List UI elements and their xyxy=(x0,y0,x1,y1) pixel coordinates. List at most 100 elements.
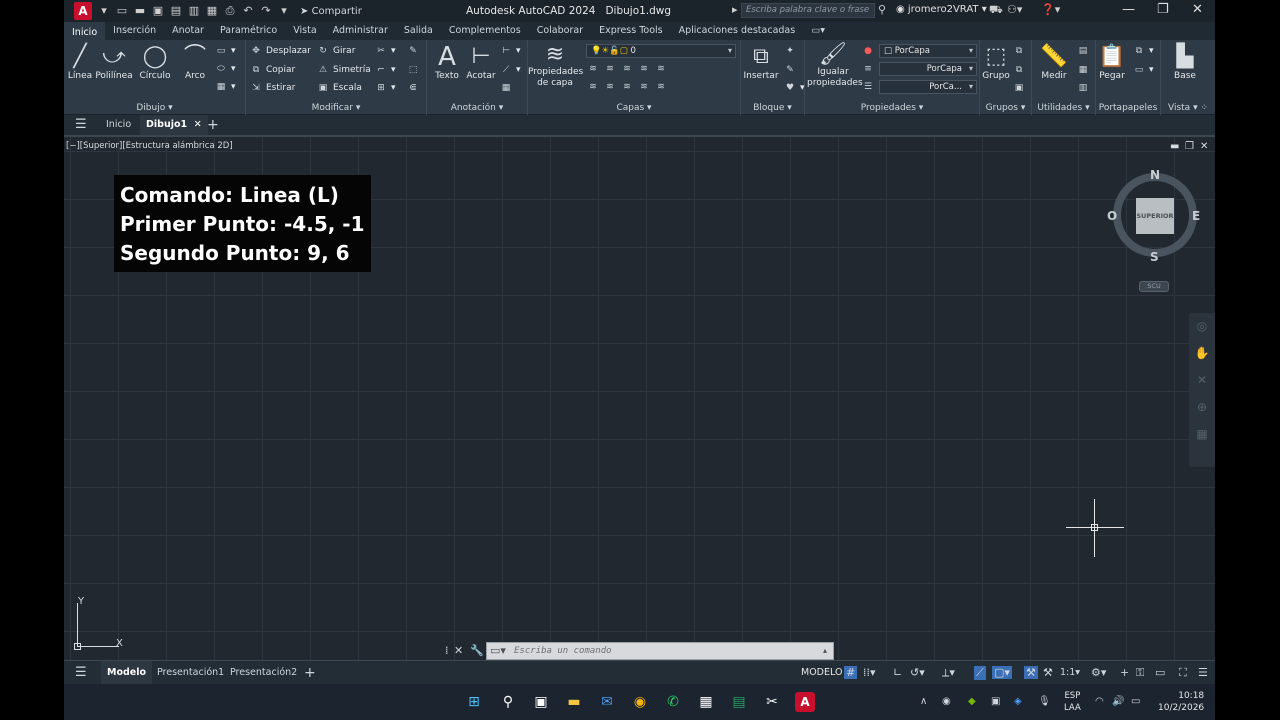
showmotion-icon[interactable]: ▦ xyxy=(1189,421,1215,448)
tab-anotar[interactable]: Anotar xyxy=(164,22,212,40)
tab-dibujo1[interactable]: Dibujo1 ✕ xyxy=(140,115,208,135)
group-label-bloque[interactable]: Bloque ▾ xyxy=(741,103,804,113)
publish-icon[interactable]: ▦ xyxy=(206,5,218,17)
search-taskbar-icon[interactable]: ⚲ xyxy=(498,692,518,712)
model-space-button[interactable]: MODELO xyxy=(801,667,842,678)
annotation-scale-select[interactable]: 1:1▾ xyxy=(1060,667,1080,678)
tab-colaborar[interactable]: Colaborar xyxy=(529,22,591,40)
cut-icon[interactable]: ⧉ ▾ xyxy=(1132,44,1154,58)
orbit-icon[interactable]: ⊕ xyxy=(1189,394,1215,421)
viewcube-east[interactable]: E xyxy=(1192,209,1200,223)
color-wheel-icon[interactable]: ● xyxy=(861,44,878,58)
redo-icon[interactable]: ↷ xyxy=(260,5,272,17)
tray-overflow-icon[interactable]: ∧ xyxy=(920,696,927,707)
linetype-select[interactable]: PorCapa xyxy=(879,62,977,76)
leader-icon[interactable]: ⟋ ▾ xyxy=(499,63,521,77)
volume-icon[interactable]: 🔊 xyxy=(1112,696,1124,707)
insert-button[interactable]: ⧉ Insertar xyxy=(739,43,783,82)
command-expand-icon[interactable]: ▴ xyxy=(823,646,827,655)
save-icon[interactable]: ▣ xyxy=(152,5,164,17)
group-label-utilidades[interactable]: Utilidades ▾ xyxy=(1032,103,1095,113)
steering-wheel-icon[interactable]: ◎ xyxy=(1189,313,1215,340)
arc-tool-button[interactable]: ⌒ Arco xyxy=(173,43,217,82)
layer-properties-button[interactable]: ≋ Propiedades de capa xyxy=(528,43,583,89)
layout-menu-icon[interactable]: ☰ xyxy=(75,661,87,685)
command-customize-icon[interactable]: 🔧 xyxy=(470,644,484,657)
search-icon[interactable]: ⚲ xyxy=(878,3,886,16)
color-select[interactable]: □ PorCapa xyxy=(879,44,977,58)
object-snap-tracking-icon[interactable]: ⟋ xyxy=(974,666,986,680)
polyline-tool-button[interactable]: ⤻ Polilínea xyxy=(92,43,136,82)
viewport-controls-label[interactable]: [−][Superior][Estructura alámbrica 2D] xyxy=(66,141,233,151)
rectangle-icon[interactable]: ▭ ▾ xyxy=(214,44,236,58)
tab-aplicaciones-destacadas[interactable]: Aplicaciones destacadas xyxy=(671,22,804,40)
group-label-grupos[interactable]: Grupos ▾ xyxy=(980,103,1031,113)
edit-block-icon[interactable]: ✎ xyxy=(783,63,800,77)
calculator-taskbar-icon[interactable]: ▦ xyxy=(696,692,716,712)
rotate-button[interactable]: ↻ Girar xyxy=(316,44,355,58)
zoom-icon[interactable]: ✕ xyxy=(1189,367,1215,394)
nvidia-icon[interactable]: ◆ xyxy=(968,696,976,707)
command-input[interactable]: ▭▾ Escriba un comando ▴ xyxy=(486,642,834,660)
fullscreen-icon[interactable]: ⛶ xyxy=(1179,666,1187,680)
create-block-icon[interactable]: ✦ xyxy=(783,44,800,58)
group-label-propiedades[interactable]: Propiedades ▾ xyxy=(805,103,979,113)
tray-app-icon-2[interactable]: ▣ xyxy=(991,696,1000,707)
add-layout-plus-icon[interactable]: + xyxy=(304,661,316,685)
layer-select[interactable]: 💡☀🔓▢ 0 xyxy=(586,44,736,58)
tab-vista[interactable]: Vista xyxy=(285,22,324,40)
tab-express-tools[interactable]: Express Tools xyxy=(591,22,671,40)
grid-icon[interactable]: # xyxy=(844,666,858,679)
explode-icon[interactable]: ⬚ xyxy=(406,63,423,77)
tray-app-icon-1[interactable]: ◉ xyxy=(942,696,951,707)
id-point-icon[interactable]: ▥ xyxy=(1076,81,1093,95)
scale-button[interactable]: ▣ Escala xyxy=(316,81,362,95)
tab-inicio[interactable]: Inicio xyxy=(64,22,106,40)
tab-home[interactable]: Inicio xyxy=(106,115,131,135)
close-icon[interactable]: ✕ xyxy=(1192,2,1203,17)
group-select-icon[interactable]: ▣ xyxy=(1012,81,1029,95)
tab-salida[interactable]: Salida xyxy=(396,22,441,40)
erase-icon[interactable]: ✎ xyxy=(406,44,423,58)
file-explorer-icon[interactable]: ▬ xyxy=(564,692,584,712)
help-search-input[interactable]: Escriba palabra clave o frase xyxy=(741,3,875,18)
group-edit-icon[interactable]: ⧉ xyxy=(1012,63,1029,77)
restore-icon[interactable]: ❐ xyxy=(1157,2,1169,17)
web-save-icon[interactable]: ▥ xyxy=(188,5,200,17)
group-label-modificar[interactable]: Modificar ▾ xyxy=(246,103,426,113)
system-clock[interactable]: 10:18 10/2/2026 xyxy=(1158,690,1204,714)
units-icon[interactable]: ⚿ xyxy=(1136,666,1144,680)
wifi-icon[interactable]: ◠ xyxy=(1095,696,1104,707)
outlook-icon[interactable]: ✉ xyxy=(597,692,617,712)
undo-icon[interactable]: ↶ xyxy=(242,5,254,17)
group-label-portapapeles[interactable]: Portapapeles xyxy=(1096,103,1160,113)
annotation-monitor-icon[interactable]: + xyxy=(1120,666,1129,679)
viewcube-south[interactable]: S xyxy=(1150,250,1159,264)
viewport-restore-icon[interactable]: ❐ xyxy=(1185,141,1194,152)
pan-icon[interactable]: ✋ xyxy=(1189,340,1215,367)
trim-icon[interactable]: ✂ ▾ xyxy=(374,44,395,58)
tab-insercion[interactable]: Inserción xyxy=(105,22,164,40)
file-tabs-menu-icon[interactable]: ☰ xyxy=(75,115,87,135)
tab-presentacion2[interactable]: Presentación2 xyxy=(230,661,297,685)
command-line-grip-icon[interactable]: ⁞ xyxy=(445,644,449,657)
lineweight-select[interactable]: PorCa... xyxy=(879,80,977,94)
circle-tool-button[interactable]: ◯ Círculo xyxy=(133,43,177,82)
copy-button[interactable]: ⧉ Copiar xyxy=(249,63,295,77)
offset-icon[interactable]: ⋐ xyxy=(406,81,423,95)
measure-button[interactable]: 📏 Medir xyxy=(1032,43,1076,82)
copy-clip-icon[interactable]: ▭ ▾ xyxy=(1132,63,1154,77)
tab-administrar[interactable]: Administrar xyxy=(325,22,396,40)
save-as-icon[interactable]: ▤ xyxy=(170,5,182,17)
command-history-icon[interactable]: ▭▾ xyxy=(490,644,506,657)
chrome-icon[interactable]: ◉ xyxy=(630,692,650,712)
object-snap-icon[interactable]: ▢▾ xyxy=(992,666,1012,679)
group-label-dibujo[interactable]: Dibujo ▾ xyxy=(64,103,245,113)
isodraft-icon[interactable]: ⟂▾ xyxy=(942,666,955,680)
connect-icon[interactable]: ⚇▾ xyxy=(1007,3,1022,16)
viewcube-west[interactable]: O xyxy=(1107,209,1117,223)
share-button[interactable]: ➤ Compartir xyxy=(300,6,362,17)
tab-complementos[interactable]: Complementos xyxy=(441,22,529,40)
base-button[interactable]: ▙ Base xyxy=(1163,43,1207,82)
snipping-tool-icon[interactable]: ✂ xyxy=(762,692,782,712)
